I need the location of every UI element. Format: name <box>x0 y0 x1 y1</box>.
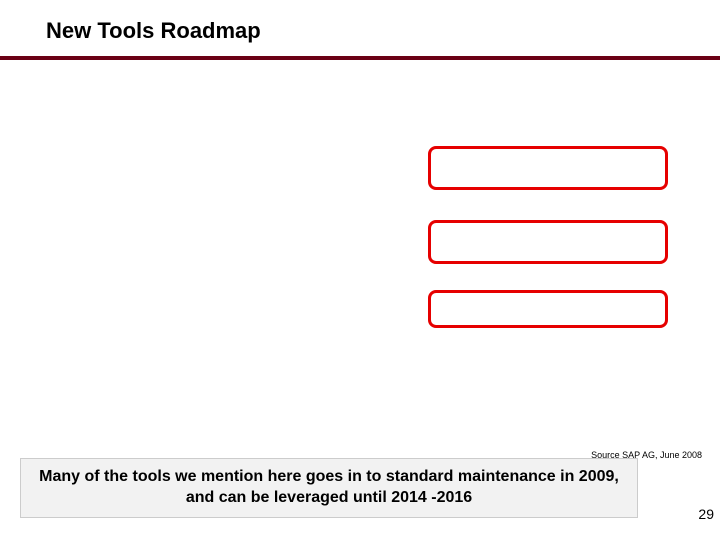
content-area <box>0 60 720 420</box>
page-number: 29 <box>698 506 714 522</box>
highlight-box-2 <box>428 220 668 264</box>
title-area: New Tools Roadmap <box>0 0 720 52</box>
highlight-box-1 <box>428 146 668 190</box>
highlight-box-3 <box>428 290 668 328</box>
summary-callout: Many of the tools we mention here goes i… <box>20 458 638 518</box>
slide-title: New Tools Roadmap <box>46 18 720 44</box>
callout-text: Many of the tools we mention here goes i… <box>31 467 627 509</box>
